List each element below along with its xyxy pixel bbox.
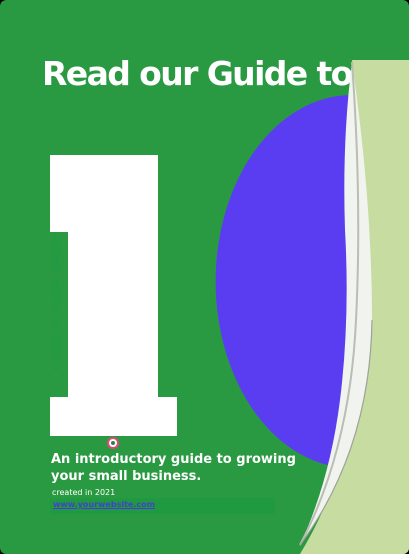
author-vertical-label: E-BOOK BY DEANNE BRANDY [52, 234, 61, 370]
website-link[interactable]: www.yourwebsite.com [53, 500, 155, 509]
large-number-one-shape [50, 155, 177, 436]
cover-title: Read our Guide to [42, 54, 353, 93]
created-date: created in 2021 [52, 488, 116, 497]
cover-subtitle: An introductory guide to growing your sm… [51, 452, 296, 484]
ebook-cover: Read our Guide to E-BOOK BY DEANNE BRAND… [0, 0, 409, 554]
target-dot-icon [107, 437, 119, 449]
